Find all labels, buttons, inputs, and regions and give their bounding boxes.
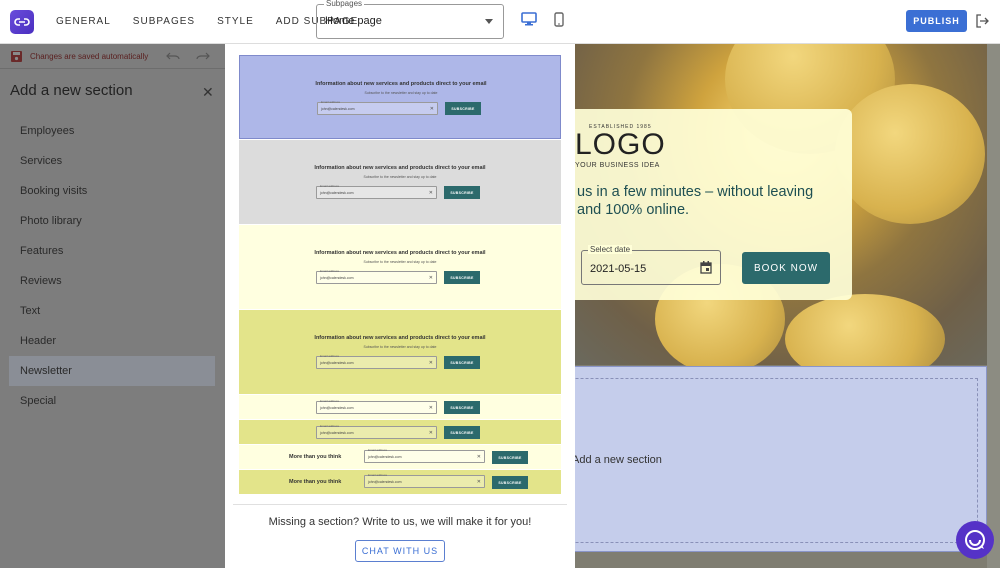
- date-value: 2021-05-15: [590, 263, 647, 275]
- book-now-button[interactable]: BOOK NOW: [742, 252, 830, 284]
- menu-item-booking-visits[interactable]: Booking visits: [9, 176, 215, 206]
- newsletter-template-4[interactable]: Information about new services and produ…: [239, 310, 561, 394]
- template-subscribe-button: SUBSCRIBE: [445, 102, 481, 115]
- logo-text: LOGO: [575, 128, 666, 161]
- lemon-image: [835, 84, 985, 224]
- redo-icon[interactable]: [196, 52, 211, 60]
- calendar-icon[interactable]: [700, 261, 712, 274]
- menu-item-photo-library[interactable]: Photo library: [9, 206, 215, 236]
- chat-bubble-icon[interactable]: [956, 521, 994, 559]
- template-email-field: Email address john@calendesk.com ✕: [364, 448, 485, 463]
- template-subheading: Subscribe to the newsletter and stay up …: [363, 260, 437, 264]
- newsletter-template-5[interactable]: Email address john@calendesk.com ✕ SUBSCRI…: [239, 395, 561, 419]
- subpages-value: Home page: [325, 15, 382, 27]
- template-heading: Information about new services and produ…: [314, 165, 486, 171]
- save-bar: Changes are saved automatically: [0, 44, 225, 69]
- template-heading: Information about new services and produ…: [314, 250, 486, 256]
- top-bar: GENERAL SUBPAGES STYLE ADD SUBPAGE Subpa…: [0, 0, 1000, 44]
- template-email-field: Email address john@calendesk.com ✕: [364, 473, 485, 488]
- template-email-field: Email address john@calendesk.com ✕: [316, 184, 437, 199]
- nav-style[interactable]: STYLE: [212, 16, 259, 27]
- template-subscribe-button: SUBSCRIBE: [492, 451, 528, 464]
- app-logo-icon[interactable]: [10, 9, 34, 34]
- section-picker: Information about new services and produ…: [225, 44, 575, 568]
- template-subscribe-button: SUBSCRIBE: [444, 186, 480, 199]
- nav-general[interactable]: GENERAL: [51, 16, 116, 27]
- tagline: us in a few minutes – without leaving an…: [577, 184, 814, 218]
- save-status: Changes are saved automatically: [30, 51, 149, 61]
- close-icon[interactable]: ✕: [202, 84, 214, 101]
- template-email-field: Email address john@calendesk.com ✕: [316, 269, 437, 284]
- template-subheading: Subscribe to the newsletter and stay up …: [364, 91, 438, 95]
- template-heading: Information about new services and produ…: [315, 81, 487, 87]
- newsletter-template-3[interactable]: Information about new services and produ…: [239, 225, 561, 309]
- menu-item-features[interactable]: Features: [9, 236, 215, 266]
- newsletter-template-1[interactable]: Information about new services and produ…: [239, 55, 561, 139]
- menu-item-services[interactable]: Services: [9, 146, 215, 176]
- template-more-text: More than you think: [289, 454, 342, 460]
- menu-item-special[interactable]: Special: [9, 386, 215, 416]
- add-section-text: Add a new section: [572, 454, 662, 466]
- date-field[interactable]: Select date 2021-05-15: [581, 245, 721, 285]
- publish-button[interactable]: PUBLISH: [906, 10, 967, 32]
- chevron-down-icon: [485, 19, 493, 24]
- business-idea-text: YOUR BUSINESS IDEA: [575, 162, 660, 169]
- preview-scrollbar[interactable]: [987, 44, 1000, 568]
- template-subscribe-button: SUBSCRIBE: [492, 476, 528, 489]
- date-label: Select date: [588, 245, 633, 254]
- newsletter-template-8[interactable]: More than you think Email address john@ca…: [239, 470, 561, 494]
- subpages-label: Subpages: [324, 0, 365, 8]
- template-email-field: Email address john@calendesk.com ✕: [316, 399, 437, 414]
- menu-item-newsletter[interactable]: Newsletter: [9, 356, 215, 386]
- template-email-field: Email address john@calendesk.com ✕: [317, 100, 438, 115]
- newsletter-template-6[interactable]: Email address john@calendesk.com ✕ SUBSCRI…: [239, 420, 561, 444]
- template-email-field: Email address john@calendesk.com ✕: [316, 424, 437, 439]
- template-subheading: Subscribe to the newsletter and stay up …: [363, 345, 437, 349]
- undo-icon[interactable]: [166, 52, 180, 60]
- chat-with-us-button[interactable]: CHAT WITH US: [355, 540, 445, 562]
- menu-item-header[interactable]: Header: [9, 326, 215, 356]
- template-more-text: More than you think: [289, 479, 342, 485]
- panel-title: Add a new section: [10, 82, 133, 99]
- template-heading: Information about new services and produ…: [314, 335, 486, 341]
- newsletter-template-7[interactable]: More than you think Email address john@ca…: [239, 445, 561, 469]
- template-subheading: Subscribe to the newsletter and stay up …: [363, 175, 437, 179]
- missing-section-text: Missing a section? Write to us, we will …: [268, 516, 532, 528]
- divider: [233, 504, 567, 505]
- nav-subpages[interactable]: SUBPAGES: [128, 16, 200, 27]
- subpages-select[interactable]: Subpages Home page: [316, 0, 504, 39]
- desktop-icon[interactable]: [521, 12, 537, 26]
- save-icon: [11, 50, 22, 62]
- left-panel: Changes are saved automatically Add a ne…: [0, 44, 225, 568]
- template-subscribe-button: SUBSCRIBE: [444, 401, 480, 414]
- menu-item-text[interactable]: Text: [9, 296, 215, 326]
- template-subscribe-button: SUBSCRIBE: [444, 426, 480, 439]
- menu-item-reviews[interactable]: Reviews: [9, 266, 215, 296]
- main-nav: GENERAL SUBPAGES STYLE ADD SUBPAGE: [39, 16, 363, 27]
- newsletter-template-2[interactable]: Information about new services and produ…: [239, 140, 561, 224]
- template-subscribe-button: SUBSCRIBE: [444, 356, 480, 369]
- mobile-icon[interactable]: [554, 12, 564, 27]
- section-menu: Employees Services Booking visits Photo …: [9, 116, 215, 416]
- template-subscribe-button: SUBSCRIBE: [444, 271, 480, 284]
- logout-icon[interactable]: [975, 14, 989, 28]
- menu-item-employees[interactable]: Employees: [9, 116, 215, 146]
- template-email-field: Email address john@calendesk.com ✕: [316, 354, 437, 369]
